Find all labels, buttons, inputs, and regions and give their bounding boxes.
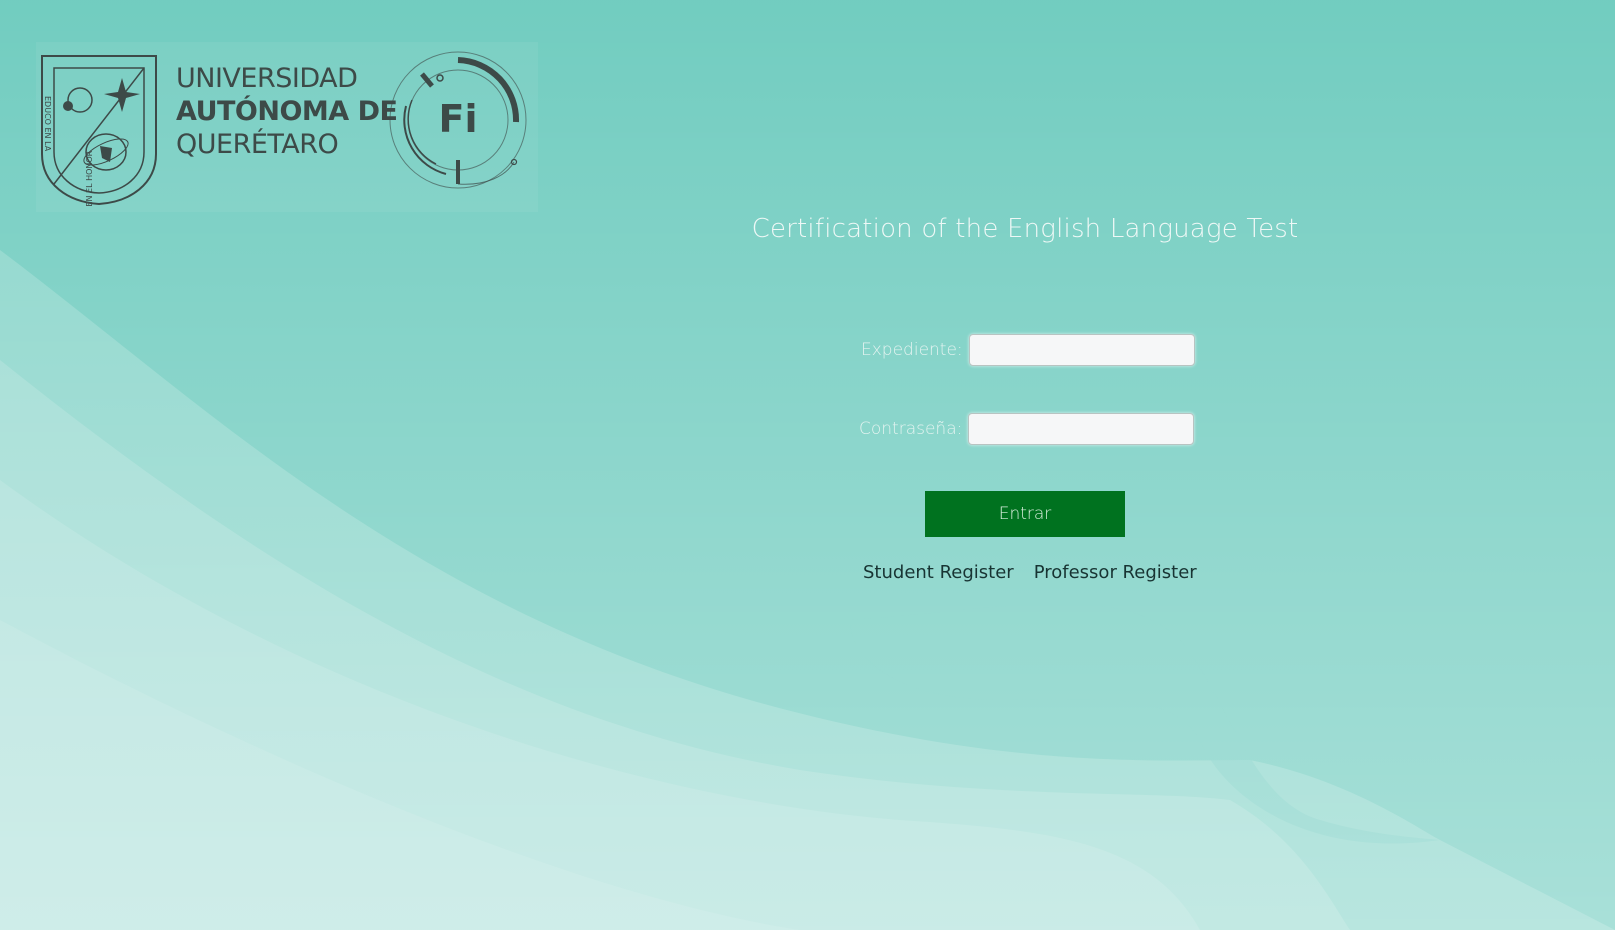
expediente-label: Expediente: [861,340,963,360]
professor-register-link[interactable]: Professor Register [1034,562,1197,583]
register-links: Student Register Professor Register [863,562,1197,583]
university-name: UNIVERSIDAD AUTÓNOMA DE QUERÉTARO [176,62,398,161]
fi-faculty-logo: Fi [389,51,527,189]
fi-logo-text: Fi [439,97,478,141]
password-label: Contraseña: [859,419,963,439]
student-register-link[interactable]: Student Register [863,562,1014,583]
uaq-shield-icon: EDUCO EN LA Y EN EL HONOR [41,55,157,206]
page-title: Certification of the English Language Te… [751,214,1299,244]
university-line-3: QUERÉTARO [176,129,339,160]
svg-text:EDUCO EN LA: EDUCO EN LA [43,96,52,152]
university-line-1: UNIVERSIDAD [176,63,358,94]
expediente-input[interactable] [968,334,1195,366]
university-line-2: AUTÓNOMA DE [176,96,398,127]
password-input[interactable] [968,413,1195,445]
expediente-row: Expediente: [861,334,1195,366]
password-row: Contraseña: [859,413,1195,445]
svg-text:Y EN EL HONOR: Y EN EL HONOR [85,150,94,206]
enter-button[interactable]: Entrar [925,491,1125,537]
